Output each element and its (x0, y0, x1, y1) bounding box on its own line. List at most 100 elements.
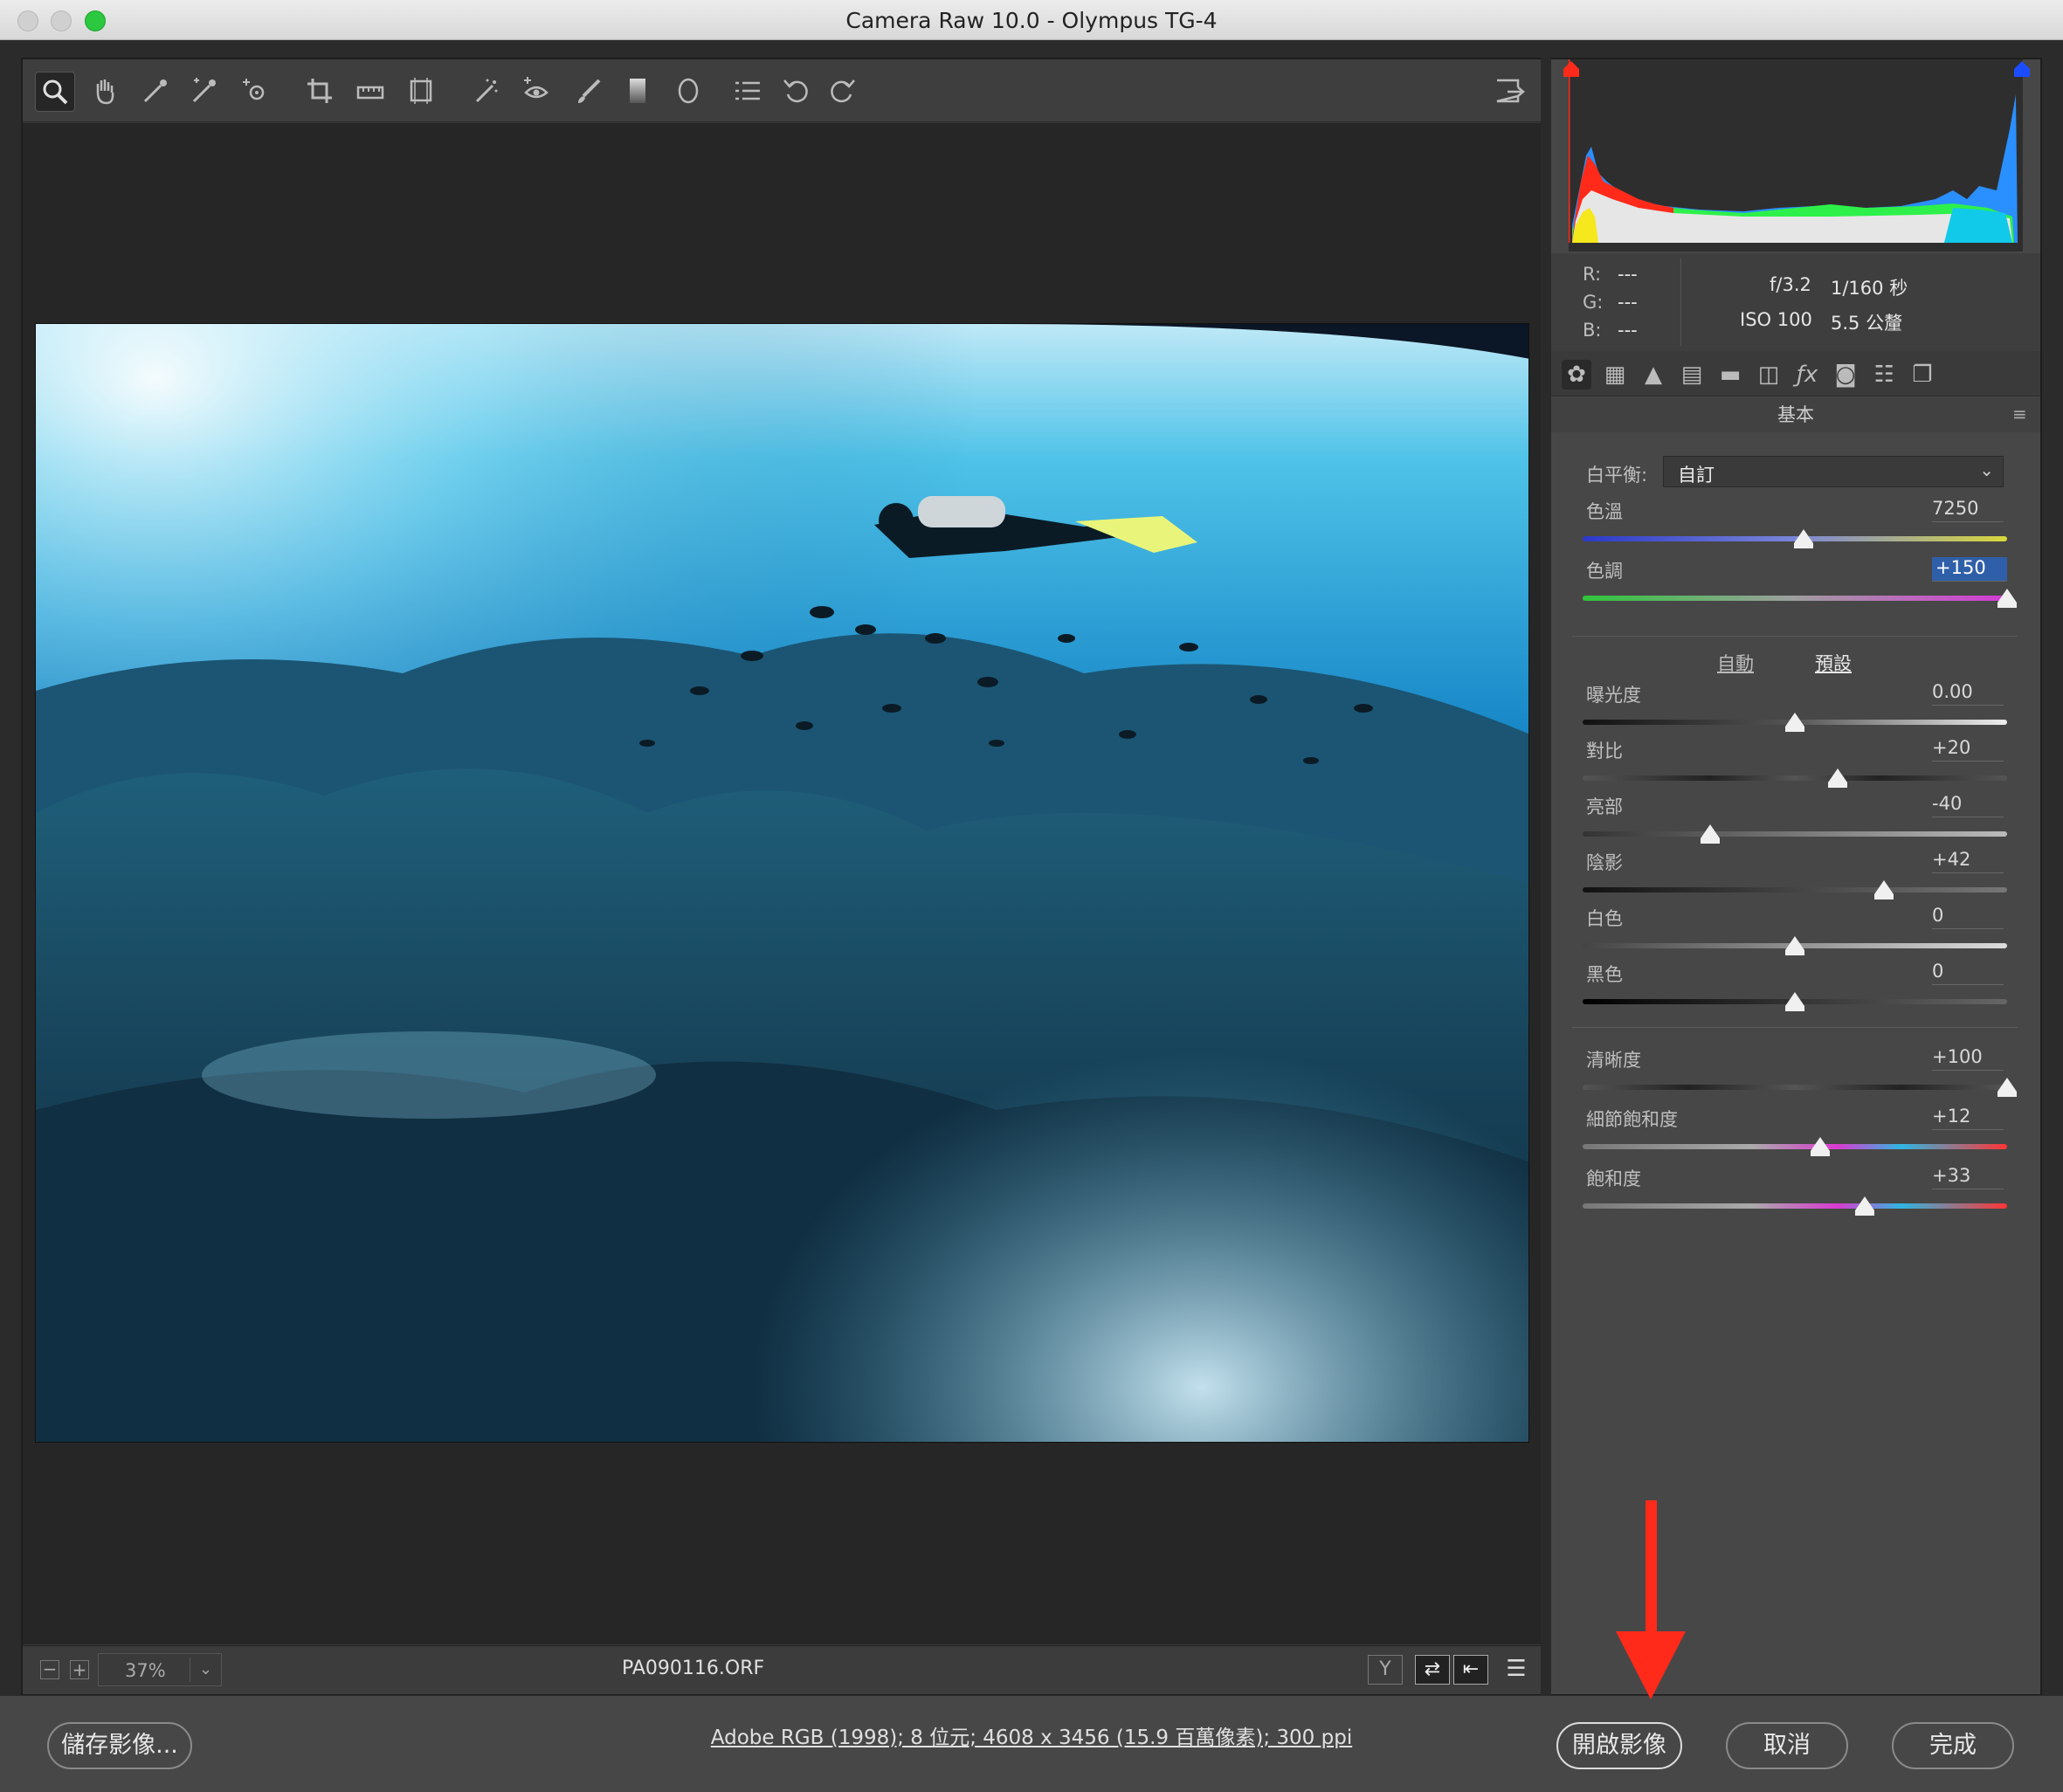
workflow-options-link[interactable]: Adobe RGB (1998); 8 位元; 4608 x 3456 (15.… (611, 1720, 1452, 1750)
slider-value-field[interactable]: +150 (1932, 557, 2007, 582)
panel-menu-icon[interactable]: ≡ (2012, 403, 2027, 424)
slider-track[interactable] (1583, 887, 2007, 893)
panel-separator (1541, 58, 1551, 1695)
slider-value-field[interactable]: +33 (1932, 1165, 2004, 1189)
aperture-value: f/3.2 (1770, 274, 1811, 295)
white-balance-label: 白平衡: (1586, 465, 1648, 486)
slider-shadows: 陰影 +42 (1551, 849, 2040, 901)
copy-settings-icon[interactable]: ⇤ (1453, 1655, 1488, 1685)
color-sampler-icon[interactable] (185, 72, 224, 110)
slider-thumb[interactable] (1997, 1078, 2017, 1097)
slider-label: 曝光度 (1586, 685, 1641, 706)
snapshots-tab-icon[interactable]: ❐ (1908, 360, 1937, 389)
zoom-out-button[interactable]: − (40, 1660, 59, 1679)
lens-corrections-tab-icon[interactable]: ◫ (1754, 360, 1784, 389)
before-after-icon[interactable]: Y (1368, 1655, 1403, 1685)
white-balance-icon[interactable] (136, 72, 175, 110)
panel-tabs: ✿ ▦ ▲ ▤ ▬ ◫ ƒx ◙ ☷ ❐ (1551, 351, 2040, 396)
detail-tab-icon[interactable]: ▲ (1639, 360, 1668, 389)
fullscreen-icon[interactable] (1490, 72, 1528, 110)
default-link[interactable]: 預設 (1815, 650, 1852, 676)
camera-calibration-tab-icon[interactable]: ◙ (1831, 360, 1860, 389)
slider-saturation: 飽和度 +33 (1551, 1165, 2040, 1217)
slider-thumb[interactable] (1827, 768, 1847, 788)
focal-length-value: 5.5 公釐 (1831, 313, 1903, 334)
hsl-tab-icon[interactable]: ▤ (1677, 360, 1707, 389)
slider-value-field[interactable]: -40 (1932, 793, 2004, 817)
slider-track[interactable] (1583, 775, 2007, 781)
slider-value-field[interactable]: 0 (1932, 905, 2004, 929)
photo-preview[interactable] (35, 323, 1529, 1443)
slider-temperature: 色溫 7250 (1551, 498, 2040, 550)
slider-highlights: 亮部 -40 (1551, 793, 2040, 845)
g-value: --- (1618, 292, 1638, 313)
done-button[interactable]: 完成 (1892, 1722, 2014, 1769)
cancel-button[interactable]: 取消 (1726, 1722, 1848, 1769)
auto-link[interactable]: 自動 (1717, 650, 1754, 676)
open-image-button[interactable]: 開啟影像 (1556, 1722, 1682, 1769)
targeted-adjustment-icon[interactable] (236, 72, 274, 110)
slider-thumb[interactable] (1785, 713, 1804, 732)
tone-curve-tab-icon[interactable]: ▦ (1600, 360, 1630, 389)
slider-whites: 白色 0 (1551, 905, 2040, 957)
histogram (1563, 59, 2030, 252)
slider-thumb[interactable] (1785, 936, 1804, 955)
hand-icon[interactable] (86, 72, 124, 110)
presence-sliders: 清晰度 +100 細節飽和度 +12 飽和度 +33 (1551, 1046, 2040, 1238)
zoom-level-select[interactable]: 37% ⌄ (98, 1653, 222, 1686)
slider-value-field[interactable]: +12 (1932, 1106, 2004, 1130)
slider-track[interactable] (1583, 1203, 2007, 1209)
presets-list-icon[interactable] (728, 72, 767, 110)
slider-value-field[interactable]: 0.00 (1932, 681, 2004, 706)
divider (1572, 1027, 2018, 1028)
slider-value-field[interactable]: +42 (1932, 849, 2004, 873)
basic-tab-icon[interactable]: ✿ (1562, 360, 1591, 389)
slider-value-field[interactable]: +20 (1932, 737, 2004, 762)
slider-value-field[interactable]: 0 (1932, 961, 2004, 985)
split-toning-tab-icon[interactable]: ▬ (1715, 360, 1745, 389)
rotate-ccw-icon[interactable] (777, 72, 816, 110)
slider-thumb[interactable] (1785, 992, 1804, 1011)
slider-label: 陰影 (1586, 852, 1623, 873)
crop-icon[interactable] (300, 72, 339, 110)
effects-tab-icon[interactable]: ƒx (1792, 360, 1822, 389)
g-label: G: (1583, 292, 1604, 313)
chevron-down-icon: ⌄ (1979, 459, 1994, 480)
slider-value-field[interactable]: +100 (1932, 1046, 2004, 1071)
slider-thumb[interactable] (1811, 1137, 1831, 1156)
slider-clarity: 清晰度 +100 (1551, 1046, 2040, 1099)
zoom-icon[interactable] (35, 72, 75, 112)
slider-label: 黑色 (1586, 964, 1623, 985)
slider-track[interactable] (1583, 1085, 2007, 1090)
slider-thumb[interactable] (1874, 880, 1894, 899)
spot-removal-icon[interactable] (466, 72, 505, 110)
radial-filter-icon[interactable] (669, 72, 707, 110)
slider-thumb[interactable] (1997, 589, 2017, 608)
swap-settings-icon[interactable]: ⇄ (1415, 1655, 1450, 1685)
slider-value-field[interactable]: 7250 (1932, 498, 2004, 522)
transform-icon[interactable] (402, 72, 440, 110)
b-label: B: (1583, 320, 1602, 341)
panel-title: 基本 (1551, 397, 2040, 432)
iso-value: ISO 100 (1740, 309, 1812, 330)
slider-thumb[interactable] (1700, 824, 1720, 844)
shutter-value: 1/160 秒 (1831, 278, 1908, 299)
save-image-button[interactable]: 儲存影像... (47, 1722, 192, 1769)
bottom-bar: 儲存影像... Adobe RGB (1998); 8 位元; 4608 x 3… (0, 1696, 2063, 1792)
graduated-filter-icon[interactable] (618, 72, 657, 110)
red-arrow-annotation (1607, 1500, 1694, 1701)
presets-tab-icon[interactable]: ☷ (1869, 360, 1899, 389)
slider-track[interactable] (1583, 1144, 2007, 1149)
slider-track[interactable] (1583, 831, 2007, 837)
zoom-in-button[interactable]: + (70, 1660, 89, 1679)
slider-thumb[interactable] (1793, 529, 1813, 548)
slider-tint: 色調 +150 (1551, 557, 2040, 610)
red-eye-icon[interactable] (517, 72, 555, 110)
straighten-icon[interactable] (351, 72, 390, 110)
view-settings-icon[interactable]: ☰ (1499, 1655, 1534, 1685)
adjustment-brush-icon[interactable] (569, 72, 608, 110)
slider-thumb[interactable] (1855, 1196, 1875, 1216)
slider-track[interactable] (1583, 596, 2007, 601)
white-balance-select[interactable]: 自訂 ⌄ (1663, 456, 2004, 487)
rotate-cw-icon[interactable] (823, 72, 861, 110)
